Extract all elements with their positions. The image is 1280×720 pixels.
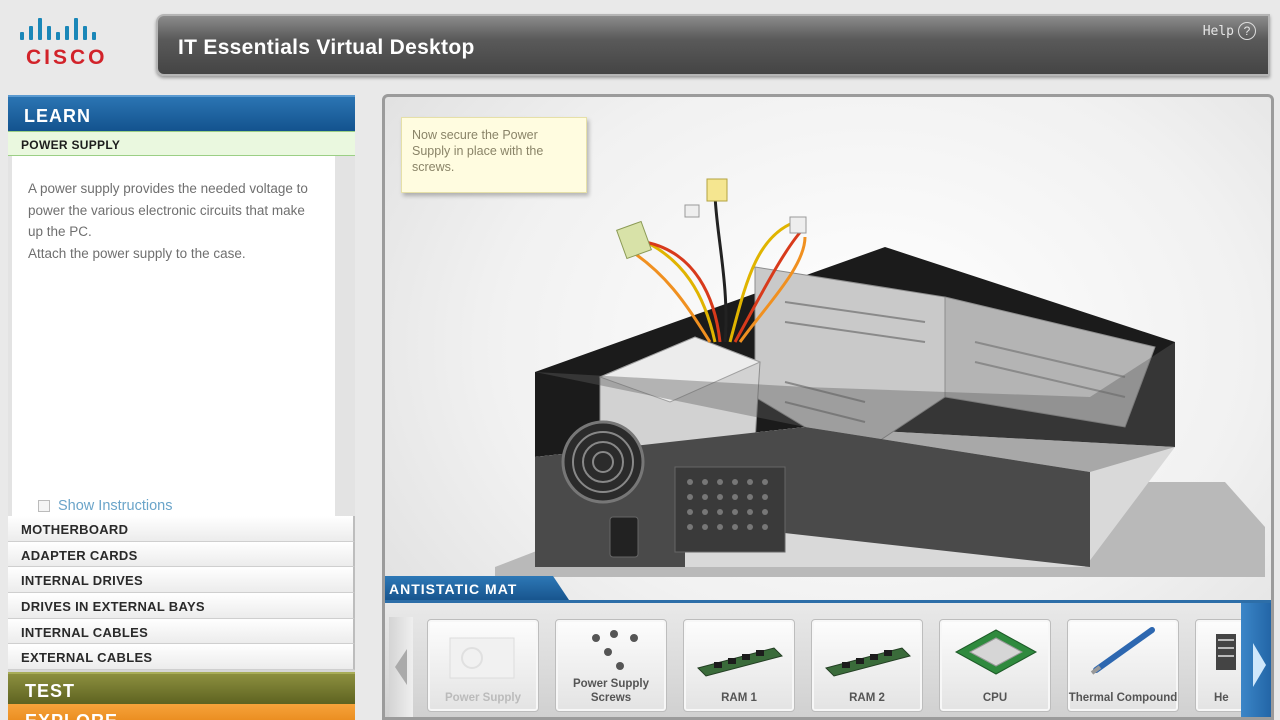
ram-icon (684, 620, 796, 690)
component-label: Power Supply Screws (556, 677, 666, 705)
test-header[interactable]: TEST (8, 672, 355, 704)
thermal-compound-icon (1068, 620, 1180, 690)
logo-text: CISCO (26, 46, 108, 70)
power-socket-icon (610, 517, 638, 557)
instruction-note: Now secure the Power Supply in place wit… (401, 117, 587, 193)
arrow-right-icon (1253, 643, 1266, 687)
sidebar-item-adapter-cards[interactable]: ADAPTER CARDS (8, 542, 355, 568)
help-button[interactable]: Help ? (1203, 22, 1256, 40)
sidebar-item-internal-cables[interactable]: INTERNAL CABLES (8, 619, 355, 645)
sidebar-item-drives-external-bays[interactable]: DRIVES IN EXTERNAL BAYS (8, 593, 355, 619)
show-instructions-label: Show Instructions (58, 498, 172, 514)
sidebar-item-internal-drives[interactable]: INTERNAL DRIVES (8, 567, 355, 593)
description-panel: A power supply provides the needed volta… (8, 156, 355, 496)
sidebar-item-motherboard[interactable]: MOTHERBOARD (8, 516, 355, 542)
component-tile-power-supply-screws[interactable]: Power Supply Screws (555, 619, 667, 712)
component-label: Thermal Compound (1068, 691, 1178, 705)
cisco-logo: CISCO (0, 0, 150, 88)
power-supply-icon (428, 620, 540, 690)
explore-header[interactable]: EXPLORE (8, 704, 355, 720)
help-label: Help (1203, 24, 1234, 39)
screws-icon (556, 620, 668, 680)
app-title: IT Essentials Virtual Desktop (178, 36, 475, 60)
cpu-icon (940, 620, 1052, 690)
learn-header[interactable]: LEARN (8, 95, 355, 131)
molex-connector (707, 179, 727, 201)
component-tile-cpu[interactable]: CPU (939, 619, 1051, 712)
component-label: RAM 1 (684, 691, 794, 705)
component-label: RAM 2 (812, 691, 922, 705)
component-tray: Power Supply Power Supply Screws RAM 1 R… (385, 600, 1274, 720)
description-text: A power supply provides the needed volta… (28, 178, 321, 243)
cisco-bars-icon (20, 18, 96, 40)
sidebar-item-power-supply[interactable]: POWER SUPPLY (8, 131, 355, 156)
sidebar: LEARN POWER SUPPLY A power supply provid… (8, 95, 355, 720)
title-bar: IT Essentials Virtual Desktop Help ? (156, 14, 1270, 76)
component-tile-thermal-compound[interactable]: Thermal Compound (1067, 619, 1179, 712)
show-instructions-toggle[interactable]: Show Instructions (8, 496, 355, 516)
help-icon: ? (1238, 22, 1256, 40)
atx-connector (617, 221, 652, 258)
psu-fan-grille (563, 422, 643, 502)
description-text: Attach the power supply to the case. (28, 243, 321, 265)
component-label: CPU (940, 691, 1050, 705)
scroll-left-button[interactable] (389, 617, 413, 717)
sidebar-item-external-cables[interactable]: EXTERNAL CABLES (8, 644, 355, 670)
component-tile-power-supply[interactable]: Power Supply (427, 619, 539, 712)
antistatic-mat-label: ANTISTATIC MAT (385, 576, 569, 600)
component-tile-ram-1[interactable]: RAM 1 (683, 619, 795, 712)
workspace: Now secure the Power Supply in place wit… (382, 94, 1274, 720)
ram-icon (812, 620, 924, 690)
component-tile-ram-2[interactable]: RAM 2 (811, 619, 923, 712)
scroll-right-button[interactable] (1241, 603, 1274, 720)
arrow-left-icon (395, 649, 407, 685)
component-label: Power Supply (428, 691, 538, 705)
show-instructions-checkbox[interactable] (38, 500, 50, 512)
